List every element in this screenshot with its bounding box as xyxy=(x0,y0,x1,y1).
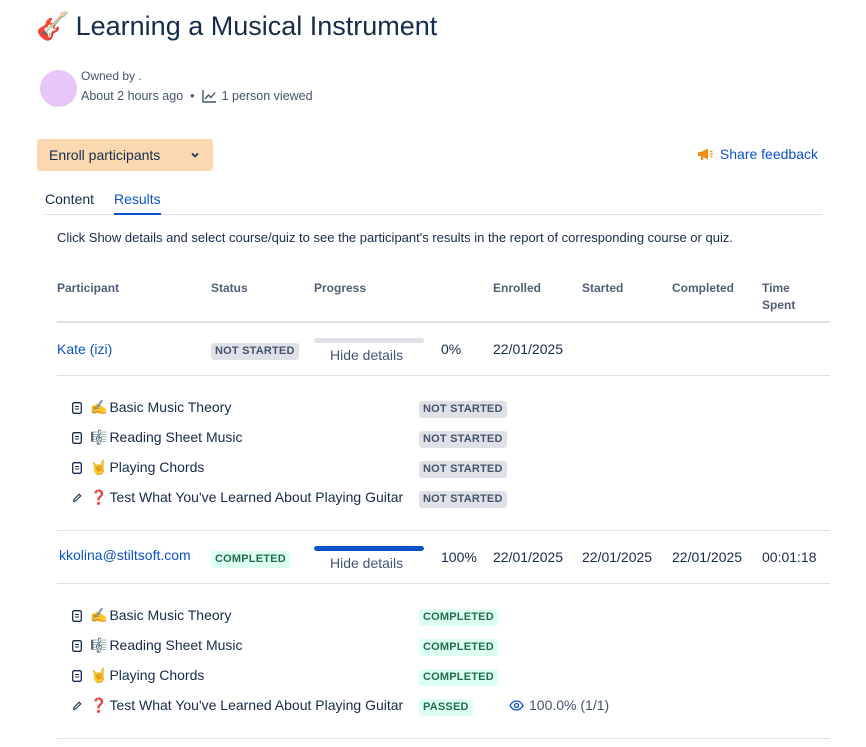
page-title: 🎸 Learning a Musical Instrument xyxy=(36,10,437,42)
course-item-label: Reading Sheet Music xyxy=(109,429,243,445)
hide-details-button[interactable]: Hide details xyxy=(330,555,403,571)
pencil-icon xyxy=(72,493,82,503)
course-item[interactable]: ✍️ Basic Music Theory xyxy=(90,607,231,624)
enrolled-date: 22/01/2025 xyxy=(493,549,564,565)
enroll-label: Enroll participants xyxy=(49,147,161,163)
column-header-time-spent: Time Spent xyxy=(762,280,795,314)
status-badge: NOT STARTED xyxy=(419,491,507,508)
enroll-participants-button[interactable]: Enroll participants xyxy=(37,139,213,171)
column-header-participant: Participant xyxy=(57,281,120,295)
progress-percent: 100% xyxy=(441,549,477,565)
status-badge: PASSED xyxy=(419,699,473,716)
megaphone-icon xyxy=(697,148,713,160)
musical-score-icon: 🎼 xyxy=(90,430,108,446)
time-ago: About 2 hours ago xyxy=(81,89,184,103)
column-header-enrolled: Enrolled xyxy=(493,281,542,295)
quiz-score-value: 100.0% (1/1) xyxy=(529,697,610,713)
status-badge: NOT STARTED xyxy=(211,343,299,360)
course-item[interactable]: 🎼 Reading Sheet Music xyxy=(90,637,243,654)
status-badge: NOT STARTED xyxy=(419,401,507,418)
writing-hand-icon: ✍️ xyxy=(90,400,108,416)
page-icon xyxy=(72,640,82,652)
progress-fill xyxy=(314,546,424,551)
writing-hand-icon: ✍️ xyxy=(90,608,108,624)
quiz-item[interactable]: ❓ Test What You've Learned About Playing … xyxy=(90,697,403,714)
status-badge: COMPLETED xyxy=(419,639,498,656)
column-header-status: Status xyxy=(211,281,248,295)
page-icon xyxy=(72,432,82,444)
page-title-text: Learning a Musical Instrument xyxy=(75,11,438,41)
column-header-completed: Completed xyxy=(672,281,735,295)
course-item-label: Basic Music Theory xyxy=(109,399,232,415)
horns-sign-icon: 🤘 xyxy=(90,668,108,684)
row-divider xyxy=(57,583,830,584)
eye-icon xyxy=(509,699,524,711)
course-item-label: Reading Sheet Music xyxy=(109,637,243,653)
quiz-item[interactable]: ❓ Test What You've Learned About Playing … xyxy=(90,489,403,506)
horns-sign-icon: 🤘 xyxy=(90,460,108,476)
view-count[interactable]: 1 person viewed xyxy=(222,89,313,103)
pencil-icon xyxy=(72,701,82,711)
page-icon xyxy=(72,610,82,622)
time-spent-line-1: Time xyxy=(762,281,790,295)
header-divider xyxy=(57,321,830,323)
status-badge: NOT STARTED xyxy=(419,431,507,448)
participant-link[interactable]: Kate (izi) xyxy=(57,341,112,357)
question-mark-icon: ❓ xyxy=(90,698,108,714)
status-badge: NOT STARTED xyxy=(419,461,507,478)
tab-results[interactable]: Results xyxy=(114,191,161,215)
participant-link[interactable]: kkolina@stiltsoft.com xyxy=(59,547,191,563)
column-header-progress: Progress xyxy=(314,281,367,295)
analytics-icon[interactable] xyxy=(201,89,217,103)
musical-score-icon: 🎼 xyxy=(90,638,108,654)
row-divider xyxy=(57,530,830,531)
enrolled-date: 22/01/2025 xyxy=(493,341,564,357)
started-date: 22/01/2025 xyxy=(582,549,653,565)
row-divider xyxy=(57,375,830,376)
status-badge: COMPLETED xyxy=(419,609,498,626)
quiz-item-label: Test What You've Learned About Playing G… xyxy=(109,489,404,505)
page-icon xyxy=(72,670,82,682)
row-divider xyxy=(57,738,830,739)
avatar[interactable] xyxy=(40,70,77,107)
page-meta: About 2 hours ago • 1 person viewed xyxy=(81,89,313,103)
course-item[interactable]: ✍️ Basic Music Theory xyxy=(90,399,231,416)
tab-bar: Content Results xyxy=(45,191,822,215)
time-spent-line-2: Spent xyxy=(762,298,796,312)
course-item[interactable]: 🎼 Reading Sheet Music xyxy=(90,429,243,446)
tab-content[interactable]: Content xyxy=(45,191,94,213)
course-item[interactable]: 🤘 Playing Chords xyxy=(90,459,204,476)
separator-dot: • xyxy=(190,89,195,103)
chevron-down-icon xyxy=(191,152,199,158)
share-feedback-link[interactable]: Share feedback xyxy=(697,146,818,162)
completed-date: 22/01/2025 xyxy=(672,549,743,565)
hide-details-button[interactable]: Hide details xyxy=(330,347,403,363)
owned-by: Owned by . xyxy=(81,69,142,83)
guitar-icon: 🎸 xyxy=(36,11,70,42)
results-hint: Click Show details and select course/qui… xyxy=(57,230,733,245)
status-badge: COMPLETED xyxy=(211,551,290,568)
page-icon xyxy=(72,402,82,414)
course-item[interactable]: 🤘 Playing Chords xyxy=(90,667,204,684)
column-header-started: Started xyxy=(582,281,624,295)
question-mark-icon: ❓ xyxy=(90,490,108,506)
share-feedback-label: Share feedback xyxy=(719,146,818,162)
status-badge: COMPLETED xyxy=(419,669,498,686)
quiz-item-label: Test What You've Learned About Playing G… xyxy=(109,697,404,713)
progress-bar xyxy=(314,546,424,551)
progress-bar xyxy=(314,338,424,343)
progress-percent: 0% xyxy=(441,341,462,357)
quiz-score[interactable]: 100.0% (1/1) xyxy=(509,697,609,713)
time-spent: 00:01:18 xyxy=(762,549,817,565)
page-icon xyxy=(72,462,82,474)
course-item-label: Playing Chords xyxy=(109,459,205,475)
course-item-label: Basic Music Theory xyxy=(109,607,232,623)
course-item-label: Playing Chords xyxy=(109,667,205,683)
